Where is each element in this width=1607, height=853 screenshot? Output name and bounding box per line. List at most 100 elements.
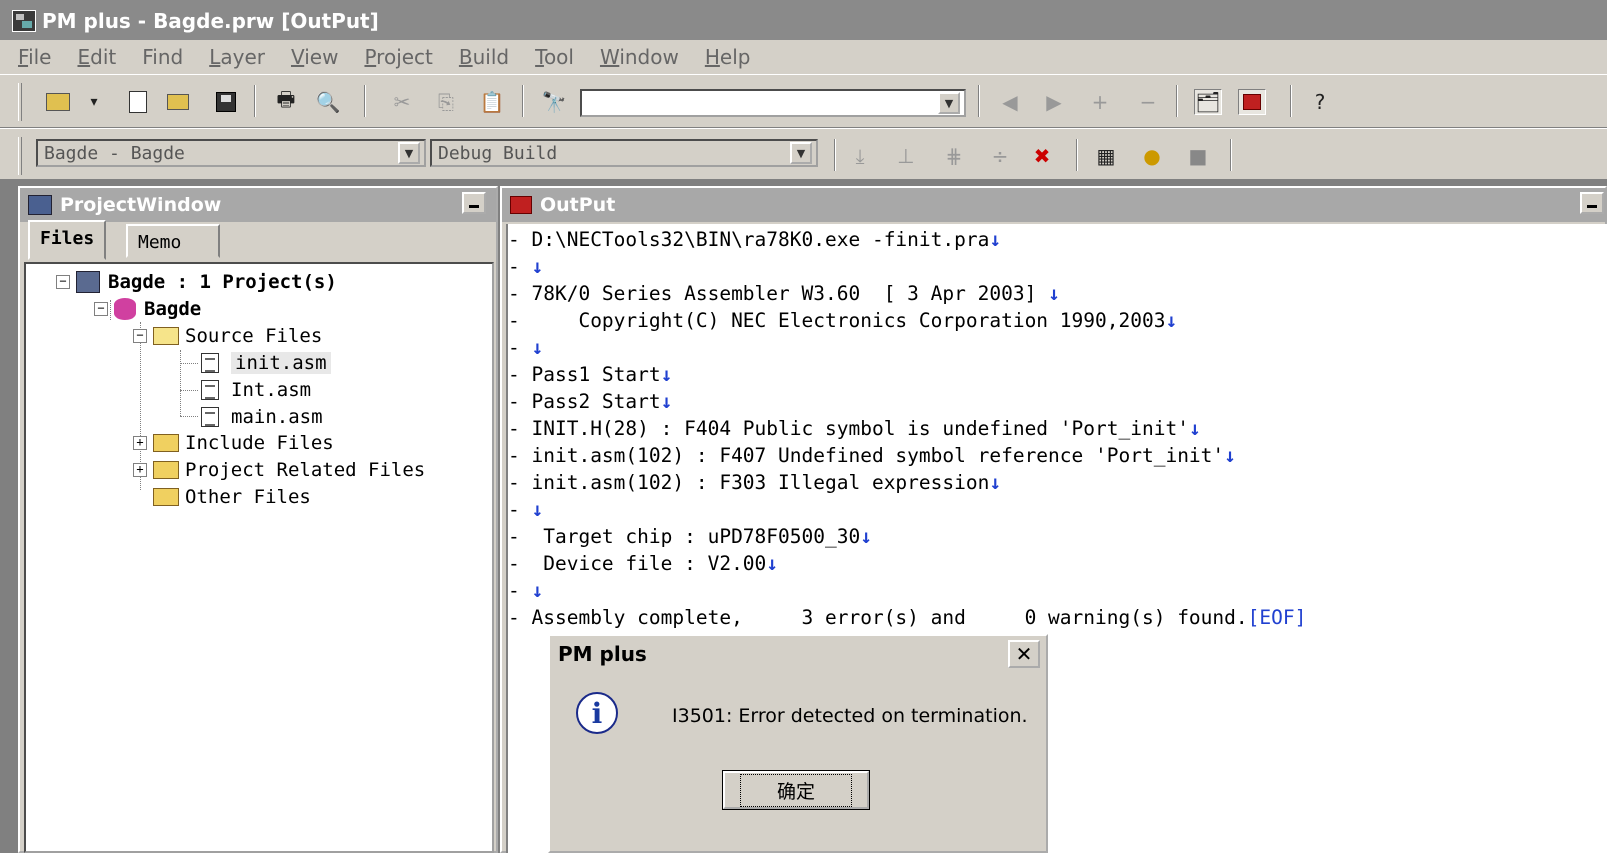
help-icon[interactable]: ? — [1306, 89, 1334, 115]
find-icon[interactable]: 🔭 — [540, 89, 568, 115]
menu-file[interactable]: File — [18, 45, 51, 69]
open-file-icon[interactable] — [164, 89, 192, 115]
menu-layer[interactable]: Layer — [209, 45, 265, 69]
toolbar-separator — [978, 85, 980, 117]
menu-tool-mnemonic: T — [535, 45, 544, 69]
menu-bar: File Edit Find Layer View Project Build … — [0, 40, 1607, 74]
tab-files[interactable]: Files — [28, 220, 107, 260]
output-window-minimize-button[interactable] — [1580, 192, 1604, 214]
toolbar-grip[interactable] — [18, 137, 22, 175]
menu-edit-rest: dit — [90, 45, 117, 69]
toolbar-separator — [1290, 85, 1292, 117]
folder-icon — [153, 434, 179, 452]
output-line: - Pass2 Start↓ — [508, 390, 672, 417]
tree-file-int[interactable]: Int.asm — [201, 379, 311, 401]
stop-build-icon[interactable]: ✖ — [1028, 143, 1056, 169]
ok-button[interactable]: 确定 — [722, 770, 870, 810]
tree-folder-source[interactable]: − Source Files — [133, 325, 322, 347]
line-break-arrow-icon: ↓ — [660, 363, 673, 386]
project-tree — [24, 262, 494, 853]
menu-help-rest: elp — [719, 45, 751, 69]
output-line-marker: - — [508, 228, 520, 251]
menu-edit[interactable]: Edit — [77, 45, 116, 69]
print-icon[interactable]: 🖶 — [272, 87, 300, 115]
tree-folder-include[interactable]: + Include Files — [133, 432, 334, 454]
dialog-close-button[interactable]: ✕ — [1008, 640, 1040, 668]
output-line: - init.asm(102) : F303 Illegal expressio… — [508, 471, 1001, 498]
back-arrow-icon[interactable]: ◀ — [996, 89, 1024, 115]
menu-view[interactable]: View — [291, 45, 338, 69]
project-combo-dropdown-icon[interactable]: ▼ — [398, 142, 420, 164]
tool-icon[interactable]: ● — [1138, 143, 1166, 169]
cut-icon[interactable]: ✂ — [388, 89, 416, 115]
line-break-arrow-icon: ↓ — [531, 336, 544, 359]
project-window-toggle-icon[interactable]: 🗂 — [1194, 89, 1222, 115]
tree-file-int-label: Int.asm — [231, 379, 312, 401]
toolbar-grip[interactable] — [18, 83, 22, 121]
output-line-text: Target chip : uPD78F0500_30 — [519, 525, 861, 548]
menu-layer-mnemonic: L — [209, 45, 221, 69]
build-icon[interactable]: ⊥ — [892, 143, 920, 169]
tab-memo[interactable]: Memo — [126, 224, 220, 258]
collapse-icon[interactable]: − — [133, 329, 147, 343]
save-icon[interactable] — [212, 89, 240, 115]
collapse-icon[interactable]: − — [56, 275, 70, 289]
output-line-marker: - — [508, 282, 520, 305]
output-line-marker: - — [508, 552, 520, 575]
build-config-dropdown-icon[interactable]: ▼ — [790, 142, 812, 164]
print-preview-icon[interactable]: 🔍 — [314, 89, 342, 115]
tree-file-init[interactable]: init.asm — [201, 352, 331, 374]
menu-window[interactable]: Window — [600, 45, 679, 69]
toolbar-separator — [1230, 139, 1232, 171]
folder-icon — [153, 461, 179, 479]
project-combo[interactable]: Bagde - Bagde — [36, 139, 426, 167]
tree-root[interactable]: − Bagde : 1 Project(s) — [56, 271, 337, 293]
menu-find[interactable]: Find — [142, 45, 183, 69]
search-combo[interactable] — [580, 89, 966, 117]
menu-build[interactable]: Build — [459, 45, 509, 69]
collapse-icon[interactable]: − — [94, 302, 108, 316]
expand-icon[interactable]: + — [133, 436, 147, 450]
tree-folder-other[interactable]: Other Files — [153, 486, 311, 508]
open-project-icon[interactable] — [44, 89, 72, 115]
tree-root-label: Bagde : 1 Project(s) — [108, 271, 337, 293]
debugger-icon[interactable]: ▦ — [1092, 143, 1120, 169]
build-step-icon[interactable]: ÷ — [986, 143, 1014, 169]
rebuild-icon[interactable]: ⋕ — [940, 143, 968, 169]
output-line-marker: - — [508, 309, 520, 332]
output-line-marker: - — [508, 417, 520, 440]
dialog-title: PM plus — [550, 636, 1046, 672]
paste-icon[interactable]: 📋 — [478, 89, 506, 115]
copy-icon[interactable]: ⎘ — [432, 89, 460, 115]
build-config-combo[interactable]: Debug Build — [430, 139, 818, 167]
close-icon: ✕ — [1015, 642, 1033, 666]
compile-icon[interactable]: ⤓ — [846, 143, 874, 169]
app-icon[interactable] — [12, 10, 36, 32]
output-window-toggle-icon[interactable] — [1238, 89, 1266, 115]
search-combo-dropdown-icon[interactable]: ▼ — [938, 92, 960, 114]
workspace-icon — [76, 271, 100, 293]
output-line: - init.asm(102) : F407 Undefined symbol … — [508, 444, 1236, 471]
menu-tool[interactable]: Tool — [535, 45, 574, 69]
tree-file-main[interactable]: main.asm — [201, 406, 323, 428]
expand-icon[interactable]: + — [133, 463, 147, 477]
menu-file-rest: ile — [28, 45, 52, 69]
menu-project[interactable]: Project — [364, 45, 432, 69]
asm-file-icon — [201, 353, 219, 373]
tree-folder-related[interactable]: + Project Related Files — [133, 459, 425, 481]
zoom-in-icon[interactable]: + — [1086, 89, 1114, 115]
tree-file-main-label: main.asm — [231, 406, 323, 428]
output-line: - D:\NECTools32\BIN\ra78K0.exe -finit.pr… — [508, 228, 1001, 255]
forward-arrow-icon[interactable]: ▶ — [1040, 89, 1068, 115]
tree-project[interactable]: − Bagde — [94, 298, 201, 320]
options-icon[interactable]: ■ — [1184, 143, 1212, 169]
zoom-out-icon[interactable]: − — [1134, 89, 1162, 115]
output-window-titlebar[interactable]: OutPut — [502, 188, 1607, 222]
new-file-icon[interactable] — [124, 89, 152, 115]
dropdown-arrow-icon[interactable]: ▾ — [80, 89, 108, 115]
menu-help[interactable]: Help — [705, 45, 751, 69]
project-window-titlebar[interactable]: ProjectWindow — [20, 188, 496, 222]
project-icon — [114, 298, 136, 320]
project-window-minimize-button[interactable] — [462, 192, 486, 214]
tree-line — [180, 363, 198, 364]
